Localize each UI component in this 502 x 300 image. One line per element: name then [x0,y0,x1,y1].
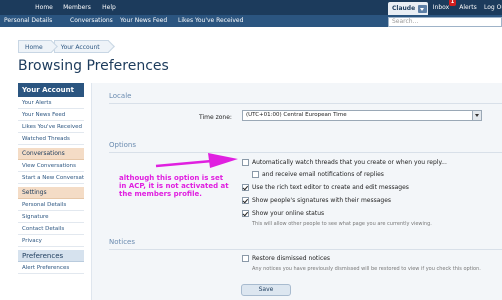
restore-notices-hint: Any notices you have previously dismisse… [252,266,481,272]
chevron-down-icon[interactable] [472,111,481,120]
show-signatures-label: Show people's signatures with their mess… [252,197,392,204]
option-restore-notices[interactable]: Restore dismissed notices [242,255,330,262]
timezone-select[interactable]: (UTC+01:00) Central European Time [242,110,482,121]
sidebar-item-alert-preferences[interactable]: Alert Preferences [18,262,84,274]
subnav-news-feed[interactable]: Your News Feed [120,15,167,27]
option-rich-editor[interactable]: Use the rich text editor to create and e… [242,184,409,191]
sidebar-header-settings: Settings [18,187,84,199]
timezone-label: Time zone: [199,114,232,121]
sidebar-header-preferences[interactable]: Preferences [18,250,84,262]
sidebar-item-alerts[interactable]: Your Alerts [18,97,84,109]
annotation-text: although this option is set in ACP, it i… [119,174,229,198]
sidebar-header-conversations: Conversations [18,148,84,160]
restore-notices-label: Restore dismissed notices [252,255,331,262]
option-online-status[interactable]: Show your online status [242,210,324,217]
subnav-conversations[interactable]: Conversations [70,15,113,27]
user-name: Claude [392,5,416,12]
divider [109,249,502,250]
subnav-personal-details[interactable]: Personal Details [4,15,52,27]
restore-notices-checkbox[interactable] [242,255,249,262]
sidebar-item-signature[interactable]: Signature [18,211,84,223]
option-show-signatures[interactable]: Show people's signatures with their mess… [242,197,391,204]
save-button[interactable]: Save [241,284,291,296]
timezone-value: (UTC+01:00) Central European Time [246,112,347,118]
email-notifications-checkbox[interactable] [252,171,259,178]
sidebar-item-likes[interactable]: Likes You've Received [18,121,84,133]
annotation-arrow-icon [155,153,238,168]
sidebar-item-view-conversations[interactable]: View Conversations [18,160,84,172]
option-email-notifications[interactable]: and receive email notifications of repli… [252,171,384,178]
top-navigation: Home Members Help Claude Inbox 1 Alerts … [0,0,502,15]
search-input[interactable]: Search... [388,17,502,27]
sidebar-item-personal-details[interactable]: Personal Details [18,199,84,211]
notices-header: Notices [109,238,136,246]
online-status-checkbox[interactable] [242,210,249,217]
page-title: Browsing Preferences [18,58,169,74]
options-header: Options [109,141,137,149]
sidebar-item-news-feed[interactable]: Your News Feed [18,109,84,121]
online-status-label: Show your online status [252,210,325,217]
sidebar-item-start-conversation[interactable]: Start a New Conversation [18,172,84,184]
nav-tab-members[interactable]: Members [62,0,92,15]
email-notifications-label: and receive email notifications of repli… [262,171,384,178]
breadcrumb: Home Your Account [18,40,111,53]
nav-tab-home[interactable]: Home [30,0,58,15]
sidebar-header-account[interactable]: Your Account [18,83,84,97]
auto-watch-label: Automatically watch threads that you cre… [252,159,447,166]
alert-badge: 1 [449,0,456,6]
rich-editor-checkbox[interactable] [242,184,249,191]
locale-header: Locale [109,92,132,100]
sidebar-item-privacy[interactable]: Privacy [18,235,84,247]
chevron-down-icon [418,4,428,13]
option-auto-watch[interactable]: Automatically watch threads that you cre… [242,159,447,166]
sidebar: Your Account Your Alerts Your News Feed … [18,83,84,274]
rich-editor-label: Use the rich text editor to create and e… [252,184,409,191]
subnav-likes-received[interactable]: Likes You've Received [178,15,243,27]
nav-alerts[interactable]: Alerts [456,0,480,15]
breadcrumb-your-account[interactable]: Your Account [53,40,109,53]
divider [109,103,502,104]
breadcrumb-home[interactable]: Home [18,40,52,53]
user-menu[interactable]: Claude [388,2,428,15]
nav-tab-help[interactable]: Help [98,0,120,15]
online-status-hint: This will allow other people to see what… [252,221,432,227]
sidebar-item-contact-details[interactable]: Contact Details [18,223,84,235]
nav-logout[interactable]: Log Out [484,0,502,15]
show-signatures-checkbox[interactable] [242,197,249,204]
sidebar-item-watched-threads[interactable]: Watched Threads [18,133,84,145]
